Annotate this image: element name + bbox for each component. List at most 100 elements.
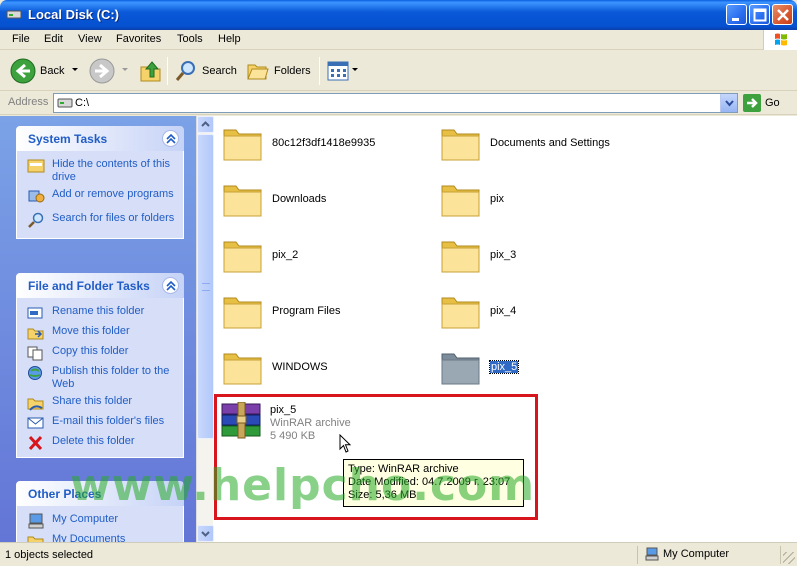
forward-button[interactable] bbox=[89, 57, 115, 85]
task-label: Move this folder bbox=[52, 325, 130, 337]
chevron-down-icon bbox=[725, 100, 734, 107]
folder-item[interactable]: pix_2 bbox=[222, 235, 298, 275]
address-dropdown-button[interactable] bbox=[720, 94, 737, 112]
folder-item-selected[interactable]: pix_5 bbox=[440, 347, 520, 387]
explorer-window: Local Disk (C:) File Edit View Favorites… bbox=[0, 0, 797, 566]
watermark: www.helpcho.com bbox=[70, 460, 536, 511]
address-label: Address bbox=[8, 96, 49, 108]
folders-button[interactable]: Folders bbox=[246, 57, 311, 85]
drive-icon bbox=[57, 98, 73, 108]
system-tasks-panel: System Tasks Hide the contents of this d… bbox=[16, 126, 184, 239]
folder-item[interactable]: WINDOWS bbox=[222, 347, 328, 387]
folder-item[interactable]: pix bbox=[440, 179, 504, 219]
task-label: Hide the contents of this drive bbox=[52, 158, 171, 183]
task-label: My Computer bbox=[52, 513, 119, 525]
folder-icon bbox=[223, 185, 262, 217]
task-add-remove-programs[interactable]: Add or remove programs bbox=[27, 188, 179, 208]
up-folder-icon bbox=[140, 61, 161, 82]
maximize-icon bbox=[753, 8, 767, 22]
other-places-body: My Computer My Documents bbox=[16, 506, 184, 542]
system-tasks-title: System Tasks bbox=[28, 132, 108, 146]
folder-item[interactable]: Downloads bbox=[222, 179, 326, 219]
menu-view[interactable]: View bbox=[78, 33, 102, 45]
minimize-icon bbox=[732, 18, 739, 21]
folder-icon bbox=[223, 129, 262, 161]
task-share-folder[interactable]: Share this folder bbox=[27, 395, 179, 411]
folder-icon bbox=[441, 185, 480, 217]
menu-file[interactable]: File bbox=[12, 33, 30, 45]
scroll-thumb[interactable] bbox=[197, 134, 214, 439]
drive-icon bbox=[6, 10, 22, 19]
chevron-up-icon bbox=[201, 121, 210, 127]
menu-tools[interactable]: Tools bbox=[177, 33, 203, 45]
folder-name: pix_3 bbox=[490, 249, 517, 261]
task-copy-folder[interactable]: Copy this folder bbox=[27, 345, 179, 361]
back-button[interactable]: Back bbox=[10, 57, 64, 85]
task-rename-folder[interactable]: Rename this folder bbox=[27, 305, 179, 321]
search-label: Search bbox=[202, 65, 237, 77]
resize-grip[interactable] bbox=[783, 552, 795, 564]
up-folder-button[interactable] bbox=[139, 57, 163, 85]
folder-name: Program Files bbox=[272, 305, 341, 317]
minimize-button[interactable] bbox=[726, 4, 747, 25]
file-folder-tasks-header[interactable]: File and Folder Tasks bbox=[16, 273, 184, 298]
close-button[interactable] bbox=[772, 4, 793, 25]
chevron-down-icon bbox=[201, 531, 210, 537]
toolbar: Back Search Folders bbox=[0, 51, 797, 91]
folder-name: pix_2 bbox=[272, 249, 299, 261]
task-label: Share this folder bbox=[52, 395, 133, 407]
task-label: Search for files or folders bbox=[52, 212, 175, 224]
collapse-icon[interactable] bbox=[162, 277, 179, 294]
search-icon bbox=[175, 61, 195, 81]
back-label: Back bbox=[40, 65, 65, 77]
file-folder-tasks-panel: File and Folder Tasks Rename this folder… bbox=[16, 273, 184, 458]
folder-item[interactable]: Documents and Settings bbox=[440, 123, 610, 163]
views-button[interactable] bbox=[326, 57, 350, 85]
task-hide-drive[interactable]: Hide the contents of this drive bbox=[27, 158, 179, 184]
task-delete-folder[interactable]: Delete this folder bbox=[27, 435, 179, 451]
folder-name: pix_5 bbox=[488, 360, 520, 374]
views-dropdown-icon[interactable] bbox=[352, 68, 358, 71]
scroll-up-button[interactable] bbox=[197, 116, 214, 133]
copy-folder-icon bbox=[27, 346, 43, 361]
folder-item[interactable]: pix_4 bbox=[440, 291, 516, 331]
status-divider bbox=[780, 546, 781, 564]
place-my-documents[interactable]: My Documents bbox=[27, 533, 179, 542]
task-move-folder[interactable]: Move this folder bbox=[27, 325, 179, 341]
place-my-computer[interactable]: My Computer bbox=[27, 513, 179, 529]
go-button[interactable]: Go bbox=[743, 94, 780, 112]
folder-item[interactable]: Program Files bbox=[222, 291, 340, 331]
email-icon bbox=[27, 417, 44, 429]
task-email-files[interactable]: E-mail this folder's files bbox=[27, 415, 179, 431]
search-button[interactable]: Search bbox=[174, 57, 237, 85]
status-location-label: My Computer bbox=[663, 548, 730, 560]
my-computer-icon bbox=[645, 547, 659, 561]
toolbar-separator bbox=[319, 57, 320, 85]
menu-edit[interactable]: Edit bbox=[44, 33, 63, 45]
rename-icon bbox=[27, 307, 43, 319]
back-arrow-icon bbox=[10, 58, 36, 84]
address-bar: Address C:\ Go bbox=[0, 91, 797, 115]
views-icon bbox=[327, 61, 349, 81]
address-input[interactable]: C:\ bbox=[53, 93, 738, 113]
menu-help[interactable]: Help bbox=[218, 33, 241, 45]
folder-icon bbox=[223, 241, 262, 273]
task-label: Add or remove programs bbox=[52, 188, 174, 200]
folder-item[interactable]: 80c12f3df1418e9935 bbox=[222, 123, 375, 163]
task-publish-web[interactable]: Publish this folder to the Web bbox=[27, 365, 179, 391]
toolbar-separator bbox=[167, 57, 168, 85]
menu-favorites[interactable]: Favorites bbox=[116, 33, 161, 45]
title-bar[interactable]: Local Disk (C:) bbox=[0, 0, 797, 30]
folder-item[interactable]: pix_3 bbox=[440, 235, 516, 275]
status-selection-count: 1 objects selected bbox=[5, 549, 94, 561]
hide-drive-icon bbox=[27, 159, 45, 173]
collapse-icon[interactable] bbox=[162, 130, 179, 147]
maximize-button[interactable] bbox=[749, 4, 770, 25]
scroll-down-button[interactable] bbox=[197, 525, 214, 542]
system-tasks-header[interactable]: System Tasks bbox=[16, 126, 184, 151]
task-search-files[interactable]: Search for files or folders bbox=[27, 212, 179, 232]
system-tasks-body: Hide the contents of this drive Add or r… bbox=[16, 151, 184, 239]
add-remove-programs-icon bbox=[28, 190, 45, 203]
forward-dropdown-icon[interactable] bbox=[122, 68, 128, 71]
back-dropdown-icon[interactable] bbox=[72, 68, 78, 71]
